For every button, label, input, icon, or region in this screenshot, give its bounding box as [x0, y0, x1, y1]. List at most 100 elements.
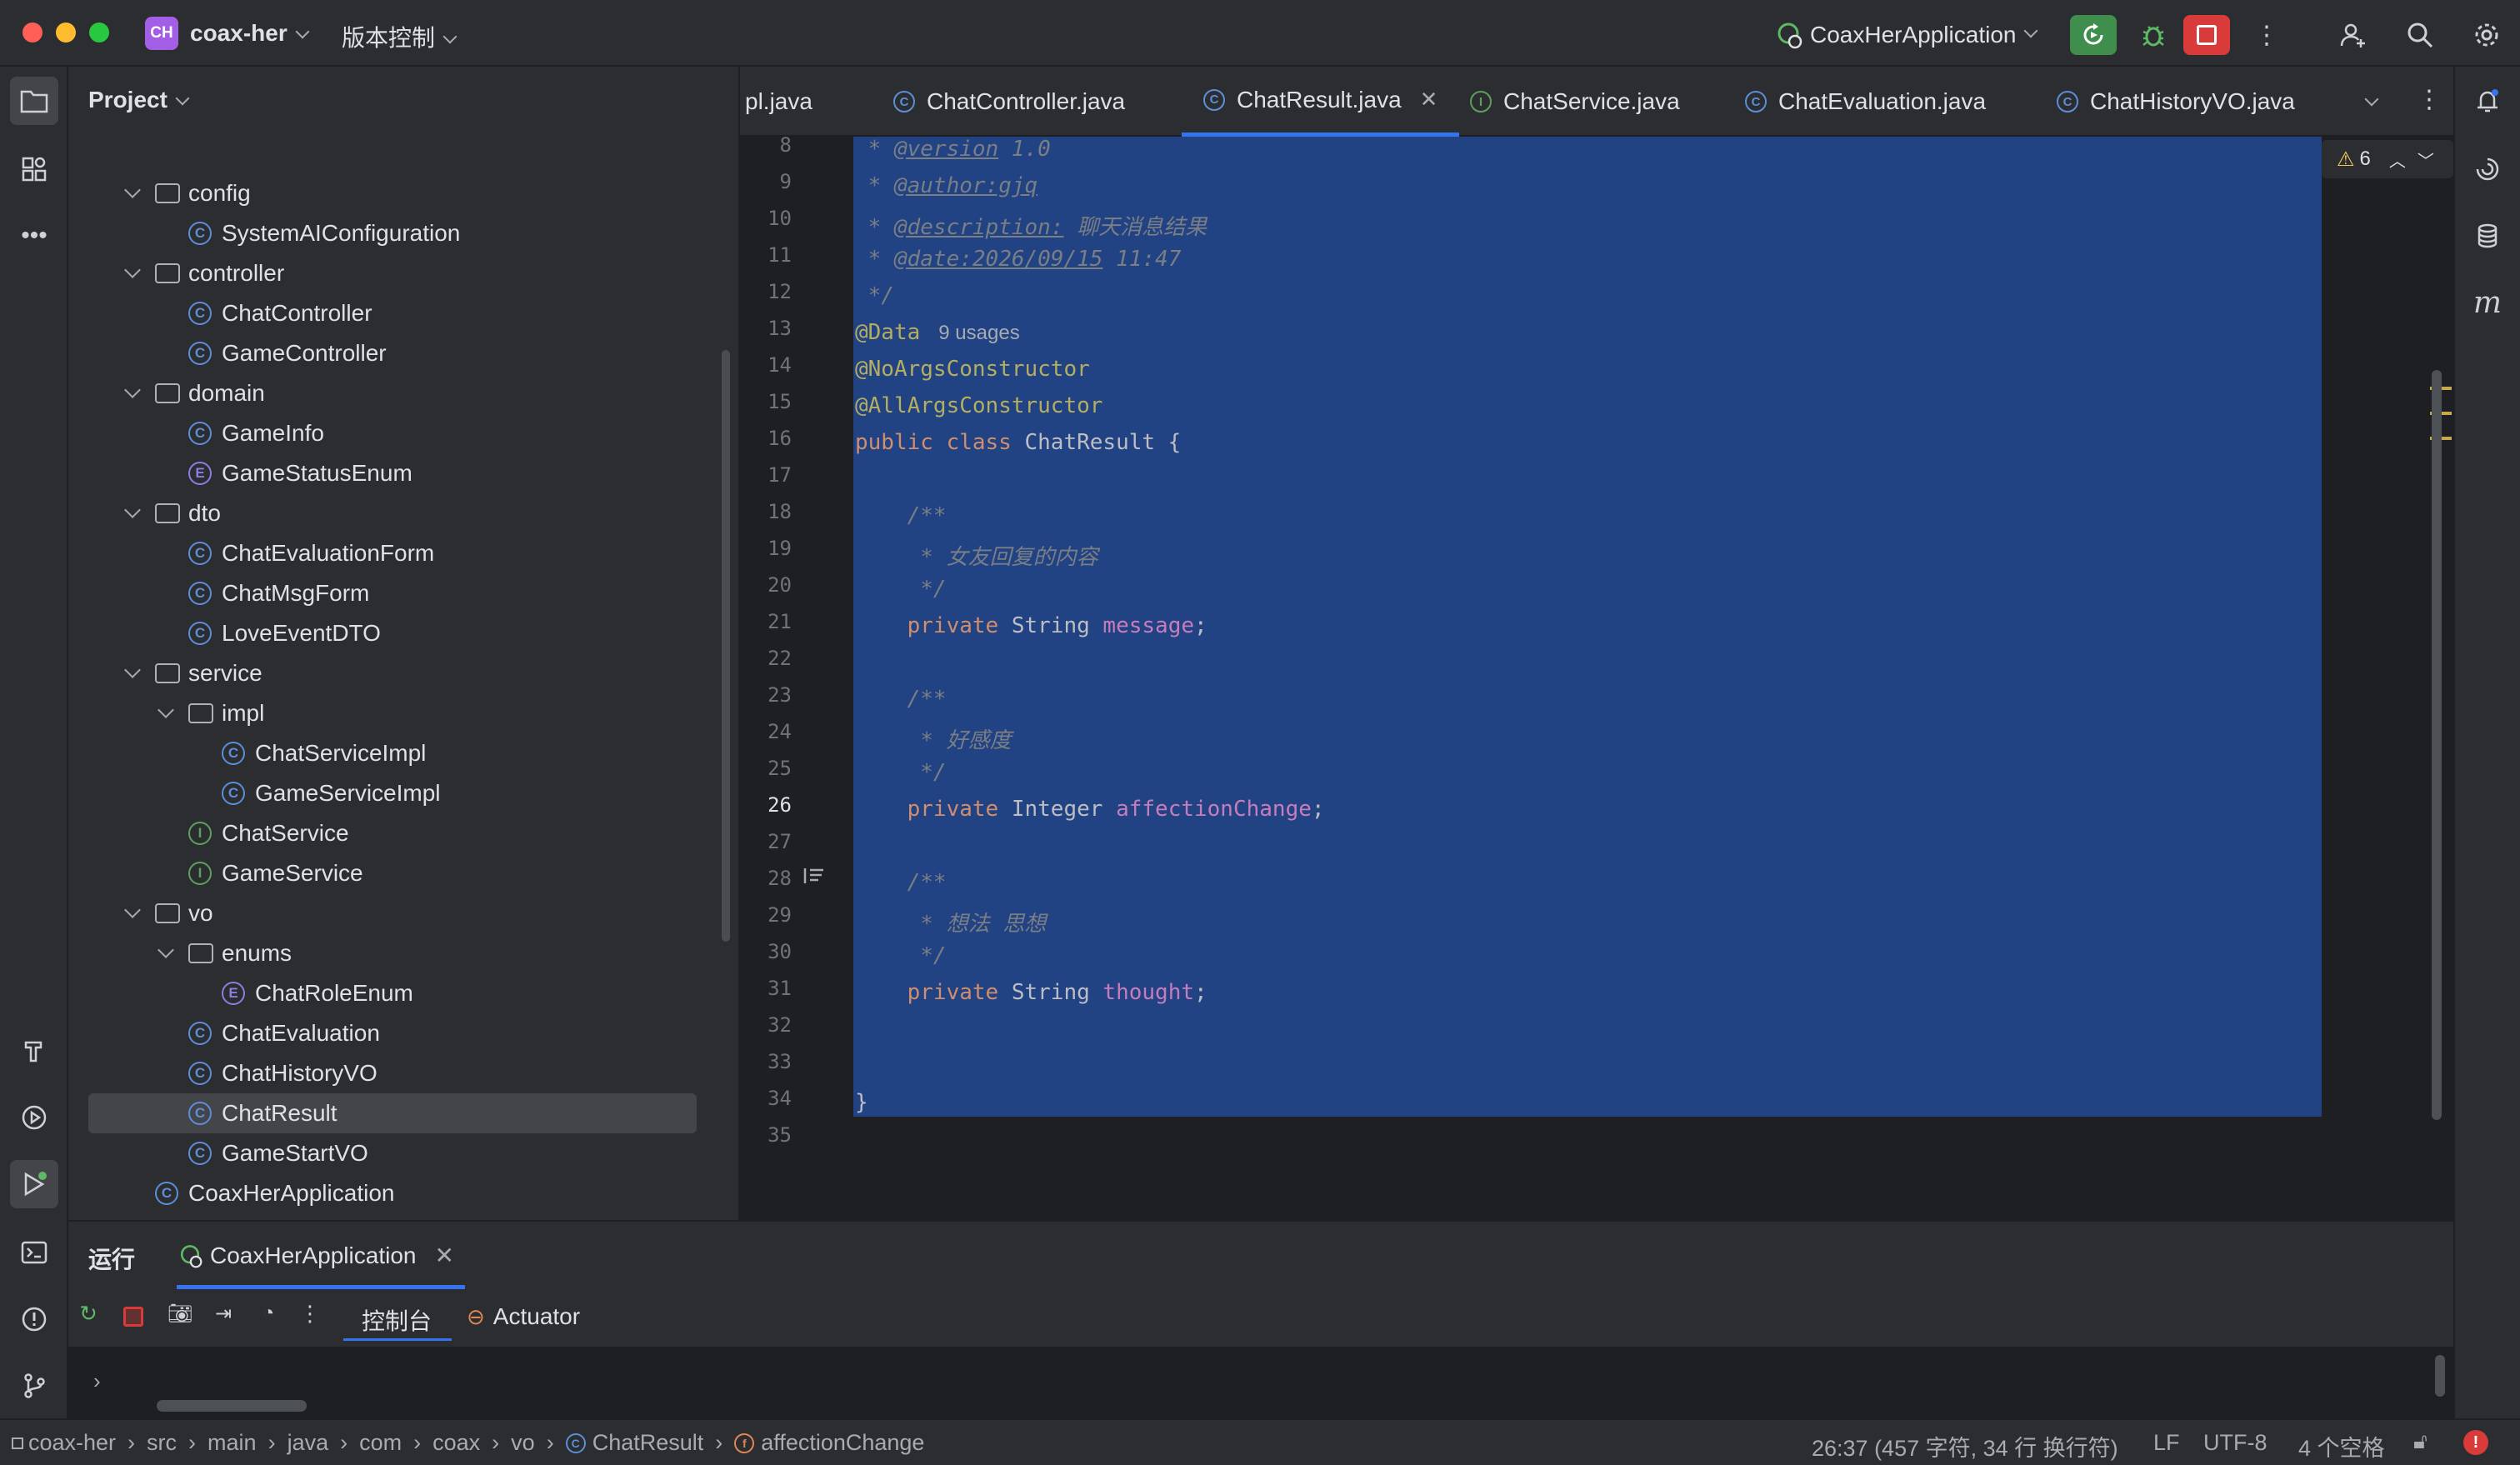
usages-hint[interactable]: 9 usages: [938, 322, 1019, 344]
line-number[interactable]: 8: [740, 137, 792, 157]
run-tab-coaxherapplication[interactable]: CoaxHerApplication ✕: [177, 1242, 454, 1269]
more-actions-button[interactable]: ⋮: [293, 1297, 327, 1330]
tree-item-gameservice[interactable]: I GameService: [68, 853, 738, 893]
maven-button[interactable]: m: [2463, 278, 2512, 327]
debug-button[interactable]: [2133, 15, 2173, 55]
tab-list-button[interactable]: [2364, 88, 2379, 114]
chevron-down-icon[interactable]: [124, 502, 141, 518]
tab-chatevaluation[interactable]: C ChatEvaluation.java: [1745, 67, 1986, 137]
tree-item-resources[interactable]: resources: [68, 1213, 738, 1220]
tree-item-chatresult[interactable]: C ChatResult: [88, 1093, 697, 1133]
code-editor[interactable]: 8 9 10 11 12 13 14 15 16 17 18 19 20 21 22 23 24 25 26 27 28…: [740, 137, 2453, 1220]
editor-scrollbar[interactable]: [2432, 370, 2442, 1120]
tree-item-chathistoryvo[interactable]: C ChatHistoryVO: [68, 1053, 738, 1093]
breadcrumb-item[interactable]: main: [208, 1430, 257, 1456]
close-icon[interactable]: ✕: [1420, 87, 1438, 112]
line-number[interactable]: 33: [740, 1050, 792, 1073]
tree-item-chatserviceimpl[interactable]: C ChatServiceImpl: [68, 733, 738, 773]
line-number[interactable]: 11: [740, 243, 792, 267]
problems-tool-button[interactable]: [10, 1295, 58, 1343]
caret-position[interactable]: 26:37 (457 字符, 34 行 换行符): [1812, 1430, 2118, 1462]
database-button[interactable]: [2463, 212, 2512, 260]
window-maximize-button[interactable]: [89, 22, 109, 42]
tab-chathistoryvo[interactable]: C ChatHistoryVO.java: [2057, 67, 2295, 137]
project-panel-title[interactable]: Project: [88, 87, 190, 113]
console-output[interactable]: ›: [68, 1347, 2453, 1418]
line-number[interactable]: 14: [740, 353, 792, 377]
tree-item-controller[interactable]: controller: [68, 253, 738, 293]
line-number[interactable]: 32: [740, 1013, 792, 1037]
line-number[interactable]: 24: [740, 720, 792, 743]
structure-tool-button[interactable]: [10, 145, 58, 193]
project-scrollbar[interactable]: [722, 350, 730, 942]
window-minimize-button[interactable]: [56, 22, 76, 42]
terminal-tool-button[interactable]: [10, 1228, 58, 1277]
javadoc-render-icon[interactable]: [802, 865, 827, 887]
stop-button[interactable]: [2183, 15, 2230, 55]
chevron-down-icon[interactable]: [124, 182, 141, 198]
line-number[interactable]: 15: [740, 390, 792, 413]
tree-item-systemaiconfiguration[interactable]: C SystemAIConfiguration: [68, 213, 738, 253]
tree-item-loveeventdto[interactable]: C LoveEventDTO: [68, 613, 738, 653]
window-close-button[interactable]: [22, 22, 42, 42]
line-number[interactable]: 25: [740, 757, 792, 780]
tree-item-dto[interactable]: dto: [68, 493, 738, 533]
breadcrumb-item[interactable]: java: [288, 1430, 329, 1456]
line-number[interactable]: 22: [740, 647, 792, 670]
tree-item-gamestartvo[interactable]: C GameStartVO: [68, 1133, 738, 1173]
chevron-down-icon[interactable]: [158, 942, 174, 958]
line-number[interactable]: 34: [740, 1087, 792, 1110]
tree-item-domain[interactable]: domain: [68, 373, 738, 413]
chevron-down-icon[interactable]: [158, 702, 174, 718]
tree-item-vo[interactable]: vo: [68, 893, 738, 933]
tab-chatcontroller[interactable]: C ChatController.java: [893, 67, 1125, 137]
tree-item-chatcontroller[interactable]: C ChatController: [68, 293, 738, 333]
previous-problem-icon[interactable]: ︿: [2389, 148, 2406, 172]
search-button[interactable]: [2400, 15, 2440, 55]
tree-item-chatevaluation[interactable]: C ChatEvaluation: [68, 1013, 738, 1053]
line-number[interactable]: 16: [740, 427, 792, 450]
line-number[interactable]: 26: [740, 793, 792, 817]
chevron-down-icon[interactable]: [124, 662, 141, 678]
tab-chatserviceimpl[interactable]: pl.java: [745, 67, 812, 137]
line-number[interactable]: 10: [740, 207, 792, 230]
more-actions-button[interactable]: ⋮: [2247, 15, 2287, 55]
line-number[interactable]: 29: [740, 903, 792, 927]
more-tools-button[interactable]: •••: [10, 212, 58, 260]
run-config-selector[interactable]: CoaxHerApplication: [1773, 15, 2038, 55]
line-number[interactable]: 28: [740, 867, 792, 890]
chevron-down-icon[interactable]: [124, 382, 141, 398]
inspection-widget[interactable]: ⚠ 6 ︿ ﹀: [2322, 140, 2453, 178]
error-icon[interactable]: !: [2463, 1430, 2488, 1455]
line-number[interactable]: 13: [740, 317, 792, 340]
line-number[interactable]: 12: [740, 280, 792, 303]
rerun-button[interactable]: ↻: [72, 1297, 105, 1330]
tree-item-impl[interactable]: impl: [68, 693, 738, 733]
tab-chatresult[interactable]: C ChatResult.java ✕: [1182, 67, 1460, 137]
next-problem-icon[interactable]: ﹀: [2418, 148, 2434, 172]
project-badge[interactable]: CH: [145, 17, 178, 50]
restore-layout-button[interactable]: ⇥: [207, 1297, 240, 1330]
tree-item-config[interactable]: config: [68, 173, 738, 213]
line-number[interactable]: 30: [740, 940, 792, 963]
tree-item-service[interactable]: service: [68, 653, 738, 693]
chevron-down-icon[interactable]: [124, 262, 141, 278]
tree-item-gameserviceimpl[interactable]: C GameServiceImpl: [68, 773, 738, 813]
line-number[interactable]: 19: [740, 537, 792, 560]
tree-item-chatservice[interactable]: I ChatService: [68, 813, 738, 853]
lock-icon[interactable]: 🔓︎: [2413, 1428, 2428, 1455]
screenshot-button[interactable]: 📷︎: [163, 1297, 197, 1330]
line-number[interactable]: 23: [740, 683, 792, 707]
tab-chatservice[interactable]: I ChatService.java: [1470, 67, 1680, 137]
git-tool-button[interactable]: [10, 1362, 58, 1410]
line-separator[interactable]: LF: [2153, 1430, 2180, 1456]
tree-item-chatmsgform[interactable]: C ChatMsgForm: [68, 573, 738, 613]
line-number[interactable]: 31: [740, 977, 792, 1000]
build-tool-button[interactable]: [10, 1027, 58, 1075]
line-number[interactable]: 27: [740, 830, 792, 853]
breadcrumb-item[interactable]: ChatResult: [592, 1430, 704, 1456]
expand-icon[interactable]: ›: [93, 1368, 101, 1394]
project-tool-button[interactable]: [10, 77, 58, 125]
vcs-menu[interactable]: 版本控制: [342, 20, 458, 53]
settings-button[interactable]: [2467, 15, 2507, 55]
